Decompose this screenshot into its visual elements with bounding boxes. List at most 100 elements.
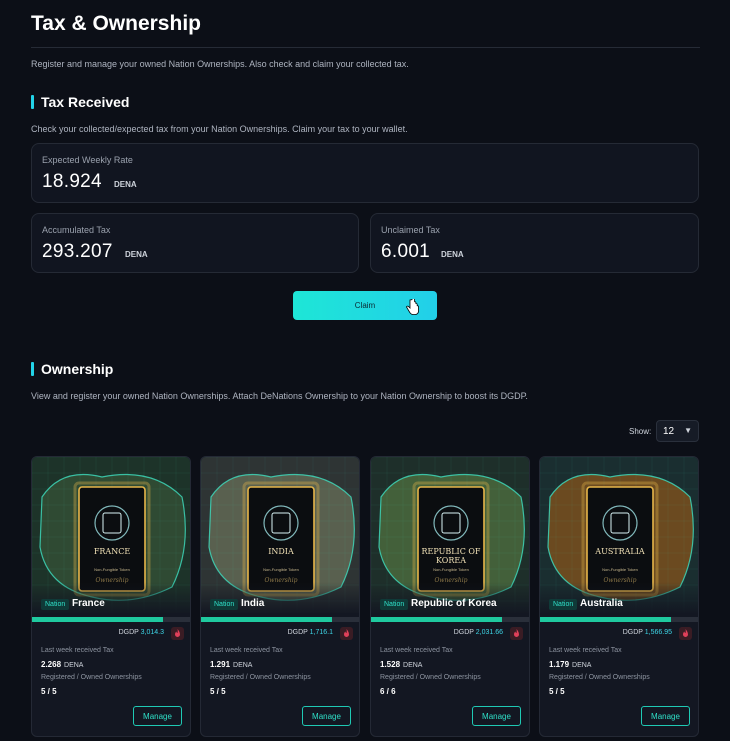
section-accent-bar [31, 362, 34, 376]
registered-owned-value: 5 / 5 [41, 687, 57, 696]
emblem-nation-name: AUSTRALIA [595, 547, 645, 556]
nation-name: France [72, 598, 105, 609]
tax-received-row: 1.179 DENA [549, 660, 591, 669]
manage-button[interactable]: Manage [302, 706, 351, 726]
nation-badge: Nation [210, 599, 239, 610]
tax-received-value: 1.528 [380, 660, 401, 669]
dgdp-readout: DGDP 1,716.1 [288, 629, 333, 636]
emblem-nation-name: REPUBLIC OF KOREA [421, 547, 481, 565]
dgdp-label: DGDP [453, 629, 474, 636]
registered-owned-label: Registered / Owned Ownerships [41, 674, 142, 681]
tax-section-title: Tax Received [41, 94, 130, 110]
manage-button[interactable]: Manage [133, 706, 182, 726]
dgdp-readout: DGDP 3,014.3 [119, 629, 164, 636]
ownership-section-title: Ownership [41, 361, 114, 377]
tax-received-value: 2.268 [41, 660, 62, 669]
emblem-nation-name: FRANCE [93, 547, 131, 556]
nation-artwork: INDIA Non-Fungible Token Ownership [201, 457, 359, 613]
boost-fire-button[interactable] [679, 627, 692, 640]
accumulated-tax-unit: DENA [125, 250, 148, 259]
tax-received-unit: DENA [233, 662, 253, 669]
dgdp-progress-bar [540, 617, 698, 622]
unclaimed-tax-unit: DENA [441, 250, 464, 259]
show-label: Show: [629, 427, 652, 436]
nation-ownership-card[interactable]: REPUBLIC OF KOREA Non-Fungible Token Own… [370, 456, 530, 737]
tax-received-unit: DENA [403, 662, 423, 669]
nation-name: Republic of Korea [411, 598, 497, 609]
tax-received-label: Last week received Tax [210, 647, 283, 654]
dgdp-value: 2,031.66 [475, 629, 503, 636]
tax-received-value: 1.179 [549, 660, 570, 669]
dgdp-progress-bar [32, 617, 190, 622]
expected-rate-value: 18.924 [42, 171, 102, 192]
accumulated-tax-card: Accumulated Tax 293.207 DENA [31, 213, 359, 273]
nation-badge: Nation [549, 599, 578, 610]
tax-received-unit: DENA [64, 662, 84, 669]
dgdp-label: DGDP [287, 629, 308, 636]
page-title: Tax & Ownership [31, 12, 201, 35]
title-divider [31, 47, 700, 48]
unclaimed-tax-value: 6.001 [381, 241, 431, 262]
dgdp-value: 3,014.3 [140, 629, 164, 636]
page-description: Register and manage your owned Nation Ow… [31, 59, 409, 69]
unclaimed-tax-card: Unclaimed Tax 6.001 DENA [370, 213, 699, 273]
tax-received-label: Last week received Tax [380, 647, 453, 654]
nation-ownership-card[interactable]: AUSTRALIA Non-Fungible Token Ownership N… [539, 456, 699, 737]
nft-label: Non-Fungible Token [433, 567, 469, 572]
chevron-down-icon: ▼ [684, 426, 692, 435]
registered-owned-value: 5 / 5 [549, 687, 565, 696]
nation-name: Australia [580, 598, 623, 609]
nation-ownership-card[interactable]: INDIA Non-Fungible Token Ownership Natio… [200, 456, 360, 737]
nation-badge: Nation [41, 599, 70, 610]
nation-artwork: REPUBLIC OF KOREA Non-Fungible Token Own… [371, 457, 529, 613]
nation-artwork: AUSTRALIA Non-Fungible Token Ownership [540, 457, 698, 613]
unclaimed-tax-label: Unclaimed Tax [381, 225, 440, 235]
show-count-value: 12 [663, 425, 675, 437]
show-count-select[interactable]: 12 ▼ [656, 420, 699, 442]
registered-owned-label: Registered / Owned Ownerships [380, 674, 481, 681]
tax-received-unit: DENA [572, 662, 592, 669]
emblem-nation-name: INDIA [268, 547, 294, 556]
nation-name: India [241, 598, 265, 609]
dgdp-progress-fill [371, 617, 503, 622]
nation-ownership-card[interactable]: FRANCE Non-Fungible Token Ownership Nati… [31, 456, 191, 737]
expected-weekly-rate-card: Expected Weekly Rate 18.924 DENA [31, 143, 699, 203]
nation-artwork: FRANCE Non-Fungible Token Ownership [32, 457, 190, 613]
hand-cursor-icon [406, 299, 419, 315]
ownership-section-description: View and register your owned Nation Owne… [31, 391, 528, 401]
registered-owned-value: 6 / 6 [380, 687, 396, 696]
fire-icon [344, 629, 349, 637]
dgdp-label: DGDP [118, 629, 139, 636]
dgdp-progress-bar [201, 617, 359, 622]
expected-rate-label: Expected Weekly Rate [42, 155, 133, 165]
registered-owned-label: Registered / Owned Ownerships [549, 674, 650, 681]
dgdp-value: 1,566.95 [644, 629, 672, 636]
registered-owned-value: 5 / 5 [210, 687, 226, 696]
tax-section-description: Check your collected/expected tax from y… [31, 124, 408, 134]
ownership-section-header: Ownership [31, 361, 113, 377]
dgdp-value: 1,716.1 [309, 629, 333, 636]
boost-fire-button[interactable] [510, 627, 523, 640]
manage-button[interactable]: Manage [472, 706, 521, 726]
fire-icon [683, 629, 688, 637]
boost-fire-button[interactable] [171, 627, 184, 640]
tax-received-label: Last week received Tax [549, 647, 622, 654]
fire-icon [175, 629, 180, 637]
section-accent-bar [31, 95, 34, 109]
accumulated-tax-value: 293.207 [42, 241, 113, 262]
dgdp-progress-fill [540, 617, 672, 622]
tax-section-header: Tax Received [31, 94, 129, 110]
nft-label: Non-Fungible Token [263, 567, 299, 572]
dgdp-readout: DGDP 1,566.95 [623, 629, 672, 636]
tax-received-row: 1.291 DENA [210, 660, 252, 669]
fire-icon [514, 629, 519, 637]
manage-button[interactable]: Manage [641, 706, 690, 726]
nft-label: Non-Fungible Token [94, 567, 130, 572]
nation-badge: Nation [380, 599, 409, 610]
accumulated-tax-label: Accumulated Tax [42, 225, 111, 235]
tax-received-row: 2.268 DENA [41, 660, 83, 669]
boost-fire-button[interactable] [340, 627, 353, 640]
tax-received-value: 1.291 [210, 660, 231, 669]
dgdp-label: DGDP [622, 629, 643, 636]
registered-owned-label: Registered / Owned Ownerships [210, 674, 311, 681]
